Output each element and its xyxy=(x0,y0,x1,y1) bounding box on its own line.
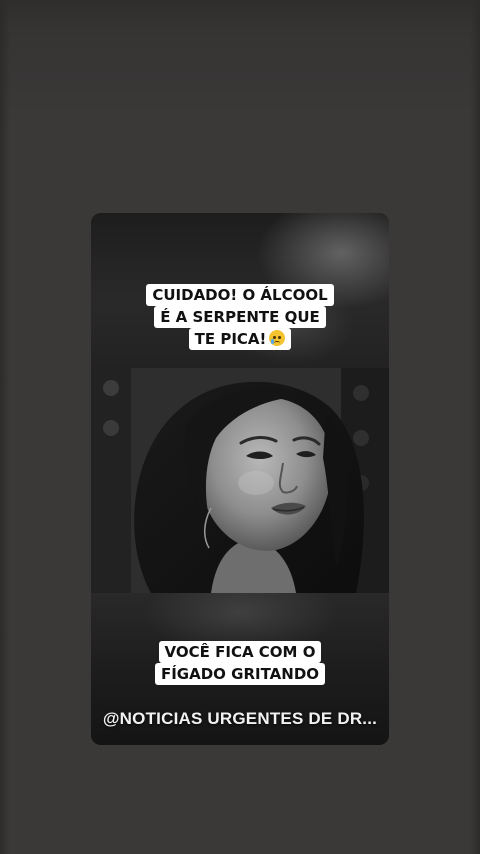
caption-line: VOCÊ FICA COM O xyxy=(158,641,322,663)
story-screen: CUIDADO! O ÁLCOOL É A SERPENTE QUE TE PI… xyxy=(0,0,480,854)
channel-watermark: @NOTICIAS URGENTES DE DR... xyxy=(102,709,378,728)
caption-line: É A SERPENTE QUE xyxy=(154,306,326,328)
caption-liver: VOCÊ FICA COM O FÍGADO GRITANDO xyxy=(91,641,389,685)
caption-line-text: TE PICA! xyxy=(194,330,267,348)
sad-tear-face-icon xyxy=(269,330,286,346)
video-frame-woman-portrait xyxy=(91,368,389,593)
video-player[interactable]: CUIDADO! O ÁLCOOL É A SERPENTE QUE TE PI… xyxy=(91,213,389,745)
left-edge-shade xyxy=(0,0,10,854)
portrait-illustration xyxy=(91,368,389,593)
right-edge-shade xyxy=(470,0,480,854)
caption-line: FÍGADO GRITANDO xyxy=(154,663,326,685)
caption-warning: CUIDADO! O ÁLCOOL É A SERPENTE QUE TE PI… xyxy=(91,284,389,350)
caption-line: TE PICA! xyxy=(188,328,292,350)
caption-line: CUIDADO! O ÁLCOOL xyxy=(146,284,334,306)
